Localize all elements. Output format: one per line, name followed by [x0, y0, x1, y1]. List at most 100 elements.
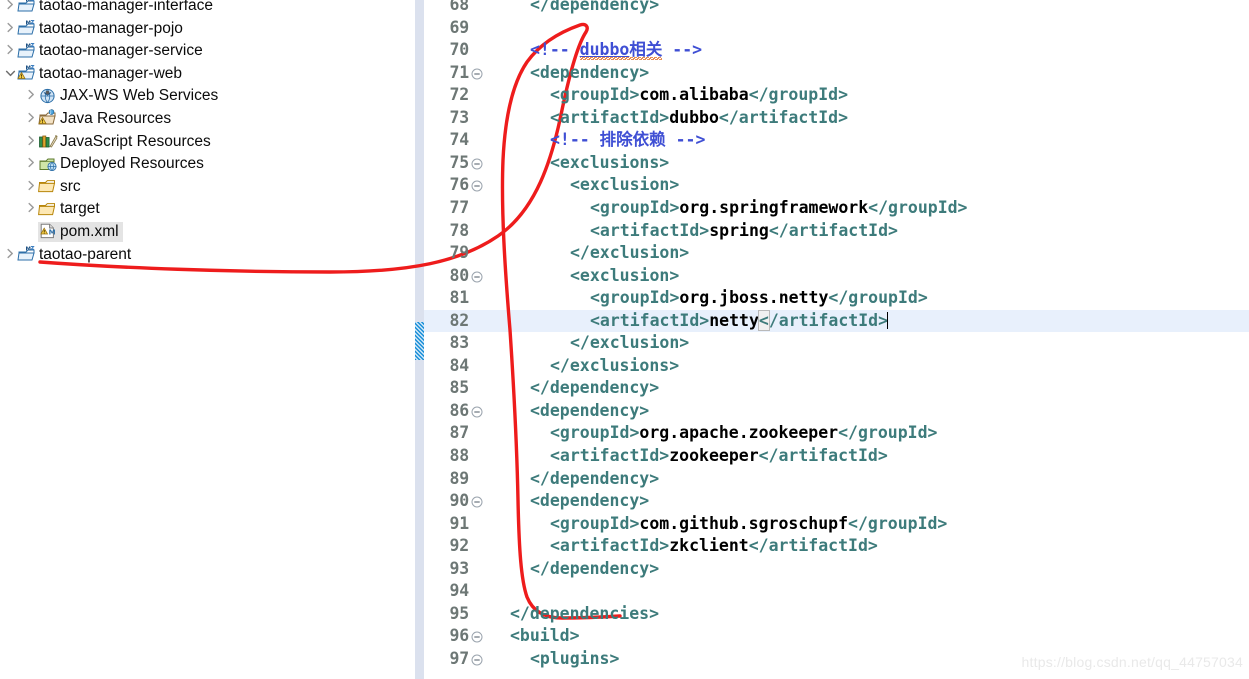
code-line-81[interactable]: 81 <groupId>org.jboss.netty</groupId> — [424, 287, 1249, 310]
fold-collapse-icon[interactable] — [471, 400, 485, 423]
code-line-68[interactable]: 68 </dependency> — [424, 0, 1249, 17]
xml-tag: </exclusion> — [570, 243, 690, 263]
pom-xml-code-editor[interactable]: 68 </dependency> 69 70 <!-- dubbo相关 --> 71 <de… — [424, 0, 1249, 679]
chevron-right-icon[interactable] — [25, 108, 38, 131]
code-line-87[interactable]: 87 <groupId>org.apache.zookeeper</groupId… — [424, 422, 1249, 445]
line-number: 93 — [449, 558, 470, 578]
code-line-73[interactable]: 73 <artifactId>dubbo</artifactId> — [424, 107, 1249, 130]
code-text: <artifactId>dubbo</artifactId> — [550, 107, 848, 130]
code-line-75[interactable]: 75 <exclusions> — [424, 152, 1249, 175]
svg-text:J: J — [49, 110, 51, 115]
code-line-69[interactable]: 69 — [424, 17, 1249, 40]
xml-text-value: org.jboss.netty — [679, 288, 829, 308]
line-number: 96 — [449, 626, 470, 646]
xml-tag: </groupId> — [868, 197, 968, 217]
code-line-83[interactable]: 83 </exclusion> — [424, 332, 1249, 355]
fold-collapse-icon[interactable] — [471, 62, 485, 85]
code-line-78[interactable]: 78 <artifactId>spring</artifactId> — [424, 220, 1249, 243]
code-line-76[interactable]: 76 <exclusion> — [424, 174, 1249, 197]
tree-item-src[interactable]: src — [0, 176, 408, 199]
tree-item-deployed-resources[interactable]: Deployed Resources — [0, 153, 408, 176]
tree-item-target[interactable]: target — [0, 198, 408, 221]
fold-collapse-icon[interactable] — [471, 265, 485, 288]
code-text: <artifactId>zookeeper</artifactId> — [550, 445, 888, 468]
chevron-right-icon[interactable] — [4, 244, 17, 267]
fold-collapse-icon[interactable] — [471, 152, 485, 175]
tree-item-label: taotao-manager-pojo — [39, 19, 183, 37]
text-cursor — [887, 311, 889, 329]
code-line-84[interactable]: 84 </exclusions> — [424, 355, 1249, 378]
code-line-95[interactable]: 95 </dependencies> — [424, 603, 1249, 626]
code-line-72[interactable]: 72 <groupId>com.alibaba</groupId> — [424, 84, 1249, 107]
xml-tag: </artifactId> — [758, 446, 888, 465]
code-text: <exclusions> — [550, 152, 669, 175]
svg-text:M: M — [26, 246, 31, 252]
line-number: 73 — [449, 107, 470, 127]
fold-collapse-icon[interactable] — [471, 174, 485, 197]
fold-collapse-icon[interactable] — [471, 648, 485, 671]
tree-item-taotao-parent[interactable]: M taotao-parent — [0, 244, 408, 267]
chevron-right-icon[interactable] — [4, 18, 17, 41]
fold-collapse-icon[interactable] — [471, 490, 485, 513]
fold-collapse-icon[interactable] — [471, 625, 485, 648]
tree-item-taotao-manager-web[interactable]: M taotao-manager-web — [0, 63, 408, 86]
tree-item-pom-xml[interactable]: M pom.xml — [0, 221, 408, 244]
chevron-right-icon[interactable] — [25, 153, 38, 176]
code-line-82[interactable]: 82 <artifactId>netty</artifactId> — [424, 309, 1249, 333]
chevron-down-icon[interactable] — [4, 63, 17, 86]
code-line-89[interactable]: 89 </dependency> — [424, 468, 1249, 491]
line-number: 72 — [449, 85, 470, 105]
maven-project-warning-icon: M — [17, 64, 37, 82]
code-line-80[interactable]: 80 <exclusion> — [424, 265, 1249, 288]
line-number: 97 — [449, 648, 470, 668]
code-text: <dependency> — [530, 490, 649, 513]
jaxws-icon — [38, 87, 58, 105]
chevron-right-icon[interactable] — [25, 85, 38, 108]
line-number: 82 — [449, 310, 470, 330]
chevron-right-icon[interactable] — [25, 176, 38, 199]
code-line-71[interactable]: 71 <dependency> — [424, 62, 1249, 85]
chevron-right-icon[interactable] — [25, 131, 38, 154]
xml-tag: <artifactId> — [550, 107, 670, 127]
chevron-right-icon[interactable] — [4, 40, 17, 63]
tree-item-taotao-manager-pojo[interactable]: M taotao-manager-pojo — [0, 18, 408, 41]
chevron-right-icon[interactable] — [25, 198, 38, 221]
folder-icon — [38, 200, 58, 218]
comment-open: <!-- — [530, 40, 580, 60]
chevron-right-icon[interactable] — [4, 0, 17, 18]
tree-item-jax-ws-web-services[interactable]: JAX-WS Web Services — [0, 85, 408, 108]
package-explorer-tree[interactable]: M taotao-manager-interface M taotao-mana… — [0, 0, 408, 679]
code-line-70[interactable]: 70 <!-- dubbo相关 --> — [424, 39, 1249, 62]
tree-item-javascript-resources[interactable]: JavaScript Resources — [0, 131, 408, 154]
line-number: 71 — [449, 62, 470, 82]
code-line-96[interactable]: 96 <build> — [424, 625, 1249, 648]
xml-tag: <exclusion> — [570, 265, 680, 285]
line-number: 87 — [449, 423, 470, 443]
line-number: 85 — [449, 378, 470, 398]
code-line-74[interactable]: 74 <!-- 排除依赖 --> — [424, 129, 1249, 152]
code-line-86[interactable]: 86 <dependency> — [424, 400, 1249, 423]
svg-text:M: M — [49, 229, 56, 237]
xml-text-value: org.apache.zookeeper — [639, 423, 839, 443]
code-line-92[interactable]: 92 <artifactId>zkclient</artifactId> — [424, 535, 1249, 558]
code-line-77[interactable]: 77 <groupId>org.springframework</groupId> — [424, 197, 1249, 220]
xml-tag: </artifactId> — [768, 220, 898, 240]
spellcheck-warning-text: dubbo相关 — [579, 40, 663, 61]
xml-text-value: dubbo — [669, 107, 719, 127]
line-number: 86 — [449, 400, 470, 420]
code-line-88[interactable]: 88 <artifactId>zookeeper</artifactId> — [424, 445, 1249, 468]
code-line-93[interactable]: 93 </dependency> — [424, 558, 1249, 581]
xml-text-value: org.springframework — [679, 197, 869, 217]
xml-tag: </dependency> — [530, 378, 660, 398]
underlined-word: dubbo — [579, 40, 630, 60]
panel-divider[interactable] — [408, 0, 415, 679]
tree-item-java-resources[interactable]: J Java Resources — [0, 108, 408, 131]
code-line-85[interactable]: 85 </dependency> — [424, 377, 1249, 400]
xml-tag: <artifactId> — [590, 220, 710, 240]
tree-item-taotao-manager-service[interactable]: M taotao-manager-service — [0, 40, 408, 63]
code-line-91[interactable]: 91 <groupId>com.github.sgroschupf</groupI… — [424, 513, 1249, 536]
tree-item-taotao-manager-interface[interactable]: M taotao-manager-interface — [0, 0, 408, 18]
code-line-79[interactable]: 79 </exclusion> — [424, 242, 1249, 265]
code-line-90[interactable]: 90 <dependency> — [424, 490, 1249, 513]
code-line-94[interactable]: 94 — [424, 580, 1249, 603]
